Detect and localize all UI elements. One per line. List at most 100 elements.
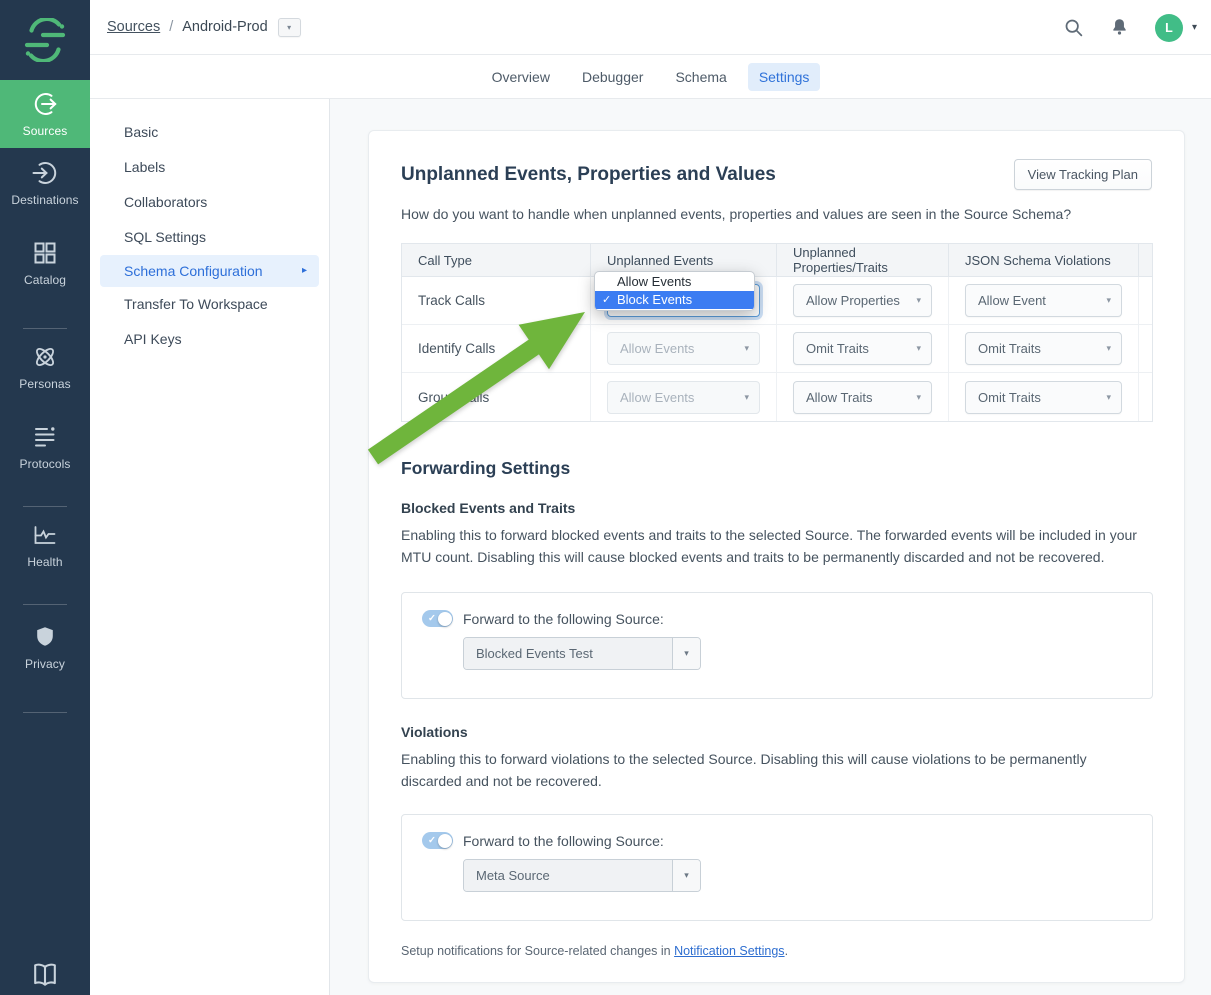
sidebar-item-personas[interactable]: Personas	[0, 344, 90, 391]
select-value: Allow Traits	[806, 390, 872, 405]
sidebar-item-protocols[interactable]: Protocols	[0, 424, 90, 471]
unplanned-events-select[interactable]: Allow Events ▾	[607, 332, 760, 365]
sidebar-item-label: Personas	[19, 377, 71, 391]
submenu-item-schema-configuration[interactable]: Schema Configuration ▸	[100, 255, 319, 287]
breadcrumb-sources-link[interactable]: Sources	[107, 19, 160, 35]
health-icon	[32, 522, 58, 548]
tab-schema[interactable]: Schema	[664, 63, 737, 91]
submenu-item-basic[interactable]: Basic	[90, 115, 329, 150]
catalog-icon	[32, 240, 58, 266]
violations-description: Enabling this to forward violations to t…	[401, 749, 1146, 792]
forward-toggle[interactable]: ✓	[422, 832, 453, 849]
forward-toggle[interactable]: ✓	[422, 610, 453, 627]
avatar: L	[1155, 14, 1183, 42]
submenu-item-sql-settings[interactable]: SQL Settings	[90, 220, 329, 255]
sidebar-item-label: Destinations	[11, 193, 78, 207]
segment-logo[interactable]	[0, 0, 90, 80]
unplanned-events-select[interactable]: Allow Events ▾	[607, 381, 760, 414]
dropdown-option-block-events[interactable]: ✓ Block Events	[595, 291, 754, 309]
notifications-button[interactable]	[1109, 17, 1130, 38]
account-menu[interactable]: L ▾	[1155, 14, 1197, 42]
blocked-forward-card: ✓ Forward to the following Source: Block…	[401, 592, 1153, 699]
check-icon: ✓	[602, 291, 611, 309]
unplanned-events-dropdown-menu: Allow Events ✓ Block Events	[594, 271, 755, 311]
search-icon	[1063, 17, 1084, 38]
caret-down-icon: ▾	[1106, 295, 1111, 306]
tab-overview[interactable]: Overview	[481, 63, 561, 91]
violations-heading: Violations	[401, 724, 1152, 740]
sidebar-item-label: Privacy	[25, 657, 65, 671]
sidebar-item-catalog[interactable]: Catalog	[0, 240, 90, 287]
unplanned-properties-select[interactable]: Omit Traits ▾	[793, 332, 932, 365]
book-icon	[30, 960, 60, 990]
json-violations-select[interactable]: Omit Traits ▾	[965, 381, 1122, 414]
dropdown-option-allow-events[interactable]: Allow Events	[595, 273, 754, 291]
caret-down-icon: ▾	[916, 392, 921, 403]
sidebar-item-destinations[interactable]: Destinations	[0, 160, 90, 207]
caret-down-icon: ▾	[916, 343, 921, 354]
note-suffix: .	[785, 944, 788, 958]
rail-divider	[23, 604, 67, 605]
select-value: Meta Source	[464, 860, 672, 891]
select-value: Omit Traits	[806, 341, 869, 356]
rail-divider	[23, 328, 67, 329]
source-tabbar: Overview Debugger Schema Settings	[90, 55, 1211, 99]
destinations-icon	[32, 160, 58, 186]
breadcrumb-current: Android-Prod	[182, 19, 267, 35]
personas-icon	[32, 344, 58, 370]
page-title: Unplanned Events, Properties and Values	[401, 164, 776, 186]
topbar: Sources / Android-Prod ▾ L ▾	[90, 0, 1211, 55]
caret-down-icon: ▾	[1106, 343, 1111, 354]
schema-table: Call Type Unplanned Events Unplanned Pro…	[401, 243, 1153, 422]
json-violations-select[interactable]: Omit Traits ▾	[965, 332, 1122, 365]
call-type-cell: Track Calls	[402, 277, 590, 324]
sidebar-item-sources[interactable]: Sources	[0, 80, 90, 148]
caret-down-icon: ▾	[744, 392, 749, 403]
violations-forward-card: ✓ Forward to the following Source: Meta …	[401, 814, 1153, 921]
view-tracking-plan-button[interactable]: View Tracking Plan	[1014, 159, 1152, 190]
docs-book-icon[interactable]	[0, 960, 90, 990]
json-violations-select[interactable]: Allow Event ▾	[965, 284, 1122, 317]
check-icon: ✓	[428, 613, 436, 624]
submenu-item-label: Schema Configuration	[124, 255, 263, 287]
call-type-cell: Identify Calls	[402, 325, 590, 372]
settings-submenu: Basic Labels Collaborators SQL Settings …	[90, 99, 330, 995]
blocked-events-heading: Blocked Events and Traits	[401, 500, 1152, 516]
sidebar-item-privacy[interactable]: Privacy	[0, 624, 90, 671]
column-header-call-type: Call Type	[402, 244, 590, 276]
table-row: Group Calls Allow Events ▾ Allow Traits …	[402, 373, 1152, 421]
unplanned-properties-select[interactable]: Allow Properties ▾	[793, 284, 932, 317]
sidebar-item-health[interactable]: Health	[0, 522, 90, 569]
caret-down-icon: ▾	[1192, 22, 1197, 33]
tab-debugger[interactable]: Debugger	[571, 63, 655, 91]
caret-down-icon: ▾	[1106, 392, 1111, 403]
column-header-spacer	[1138, 244, 1171, 276]
sidebar-item-label: Health	[27, 555, 62, 569]
select-value: Allow Event	[978, 293, 1046, 308]
column-header-json-violations: JSON Schema Violations	[948, 244, 1138, 276]
forwarding-settings-title: Forwarding Settings	[401, 458, 1152, 479]
table-row: Track Calls ▾ Allow Properties ▾ Allow E…	[402, 277, 1152, 325]
submenu-item-labels[interactable]: Labels	[90, 150, 329, 185]
notification-settings-link[interactable]: Notification Settings	[674, 944, 784, 958]
source-switcher-button[interactable]: ▾	[278, 18, 301, 37]
unplanned-properties-select[interactable]: Allow Traits ▾	[793, 381, 932, 414]
select-value: Allow Properties	[806, 293, 900, 308]
sidebar-item-label: Sources	[23, 124, 68, 138]
tab-settings[interactable]: Settings	[748, 63, 821, 91]
column-header-unplanned-properties: Unplanned Properties/Traits	[776, 244, 948, 276]
blocked-source-select[interactable]: Blocked Events Test ▾	[463, 637, 701, 670]
icon-rail: Sources Destinations Catalog Personas	[0, 0, 90, 995]
submenu-item-collaborators[interactable]: Collaborators	[90, 185, 329, 220]
protocols-icon	[32, 424, 58, 450]
violations-source-select[interactable]: Meta Source ▾	[463, 859, 701, 892]
toggle-knob	[438, 612, 452, 626]
submenu-item-transfer-to-workspace[interactable]: Transfer To Workspace	[90, 287, 329, 322]
submenu-item-api-keys[interactable]: API Keys	[90, 322, 329, 357]
search-button[interactable]	[1063, 17, 1084, 38]
forward-label: Forward to the following Source:	[463, 611, 664, 627]
bell-icon	[1109, 17, 1130, 38]
caret-down-icon: ▾	[672, 860, 700, 891]
table-header-row: Call Type Unplanned Events Unplanned Pro…	[402, 244, 1152, 277]
topbar-actions: L ▾	[1063, 0, 1197, 55]
